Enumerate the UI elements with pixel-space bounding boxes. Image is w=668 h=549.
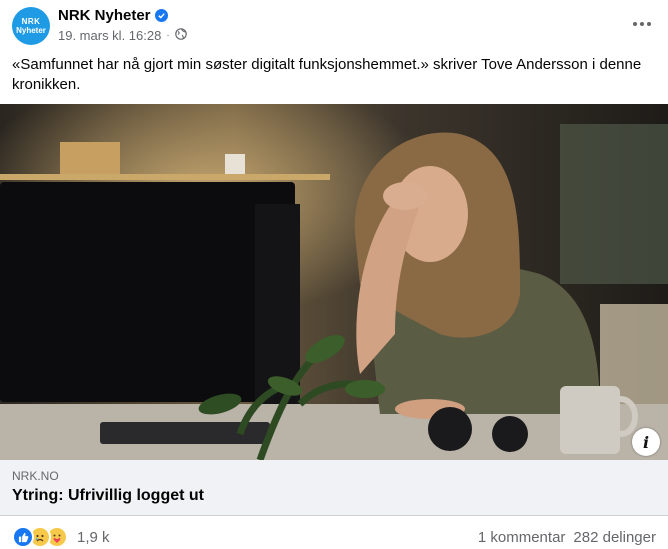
photo-illustration: [0, 104, 668, 460]
engagement-stats: 1 kommentar 282 delinger: [478, 529, 656, 546]
post-image[interactable]: i: [0, 104, 668, 460]
meta-separator: ·: [166, 30, 170, 41]
comments-count[interactable]: 1 kommentar: [478, 529, 566, 546]
info-icon[interactable]: i: [632, 428, 660, 456]
like-icon: [12, 526, 34, 548]
reaction-count[interactable]: 1,9 k: [77, 529, 110, 546]
post-timestamp[interactable]: 19. mars kl. 16:28: [58, 28, 161, 43]
avatar-text-line2: Nyheter: [16, 26, 46, 35]
globe-icon[interactable]: [174, 28, 187, 43]
verified-badge-icon: [154, 9, 168, 22]
post-meta: 19. mars kl. 16:28 ·: [58, 28, 187, 43]
post-footer: 1,9 k 1 kommentar 282 delinger: [0, 516, 668, 549]
shares-count[interactable]: 282 delinger: [573, 529, 656, 546]
reactions-summary[interactable]: 1,9 k: [12, 526, 110, 548]
page-avatar[interactable]: NRK Nyheter: [12, 7, 50, 45]
more-options-icon[interactable]: [630, 14, 654, 34]
page-name-link[interactable]: NRK Nyheter: [58, 7, 168, 24]
page-name[interactable]: NRK Nyheter: [58, 7, 151, 24]
post-caption: «Samfunnet har nå gjort min søster digit…: [12, 56, 642, 93]
facebook-post: NRK Nyheter NRK Nyheter 19. mars kl. 16:…: [0, 0, 668, 549]
avatar-text-line1: NRK: [21, 17, 41, 26]
link-title[interactable]: Ytring: Ufrivillig logget ut: [12, 487, 204, 505]
link-domain: NRK.NO: [12, 469, 59, 483]
link-preview[interactable]: NRK.NO Ytring: Ufrivillig logget ut: [0, 460, 668, 516]
post-header: NRK Nyheter NRK Nyheter 19. mars kl. 16:…: [0, 0, 668, 50]
